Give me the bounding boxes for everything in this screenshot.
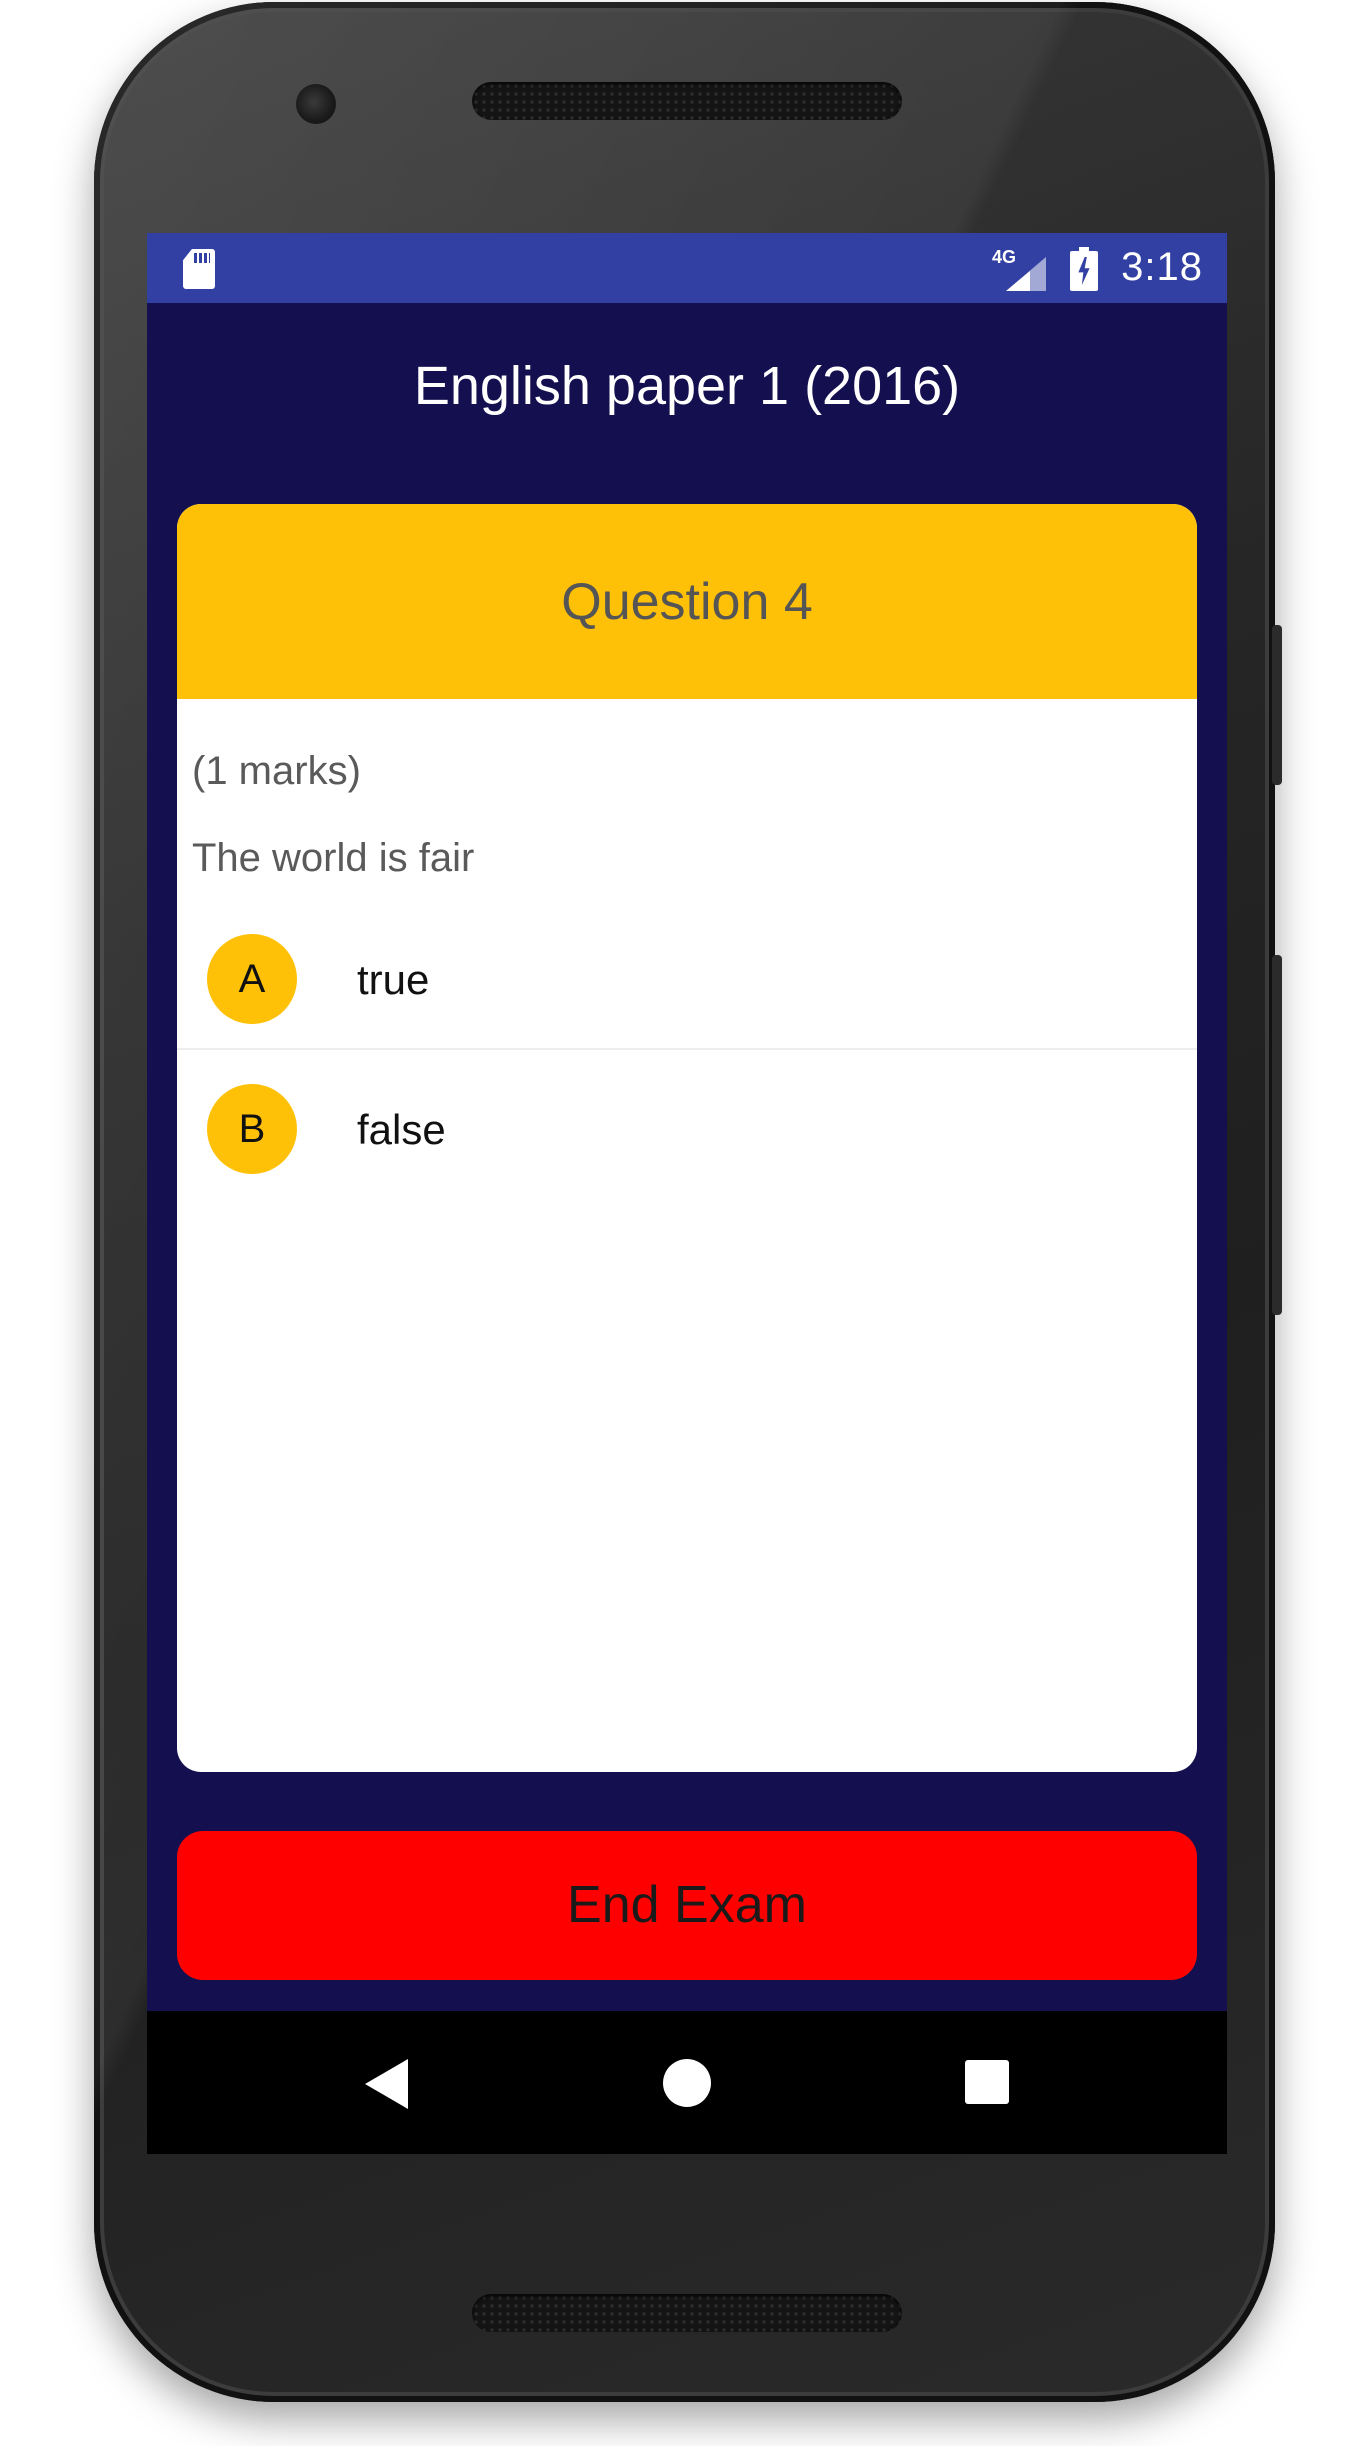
back-icon[interactable] [365,2059,408,2109]
bottom-speaker [472,2294,902,2332]
signal-icon: 4G [992,247,1046,291]
top-speaker [472,82,902,120]
recents-icon[interactable] [965,2060,1009,2104]
power-button [1272,625,1282,785]
option-label: false [357,1106,446,1153]
battery-charging-icon [1070,247,1098,291]
signal-strength-fill [1006,271,1030,291]
question-header: Question 4 [177,504,1197,699]
option-label: true [357,956,430,1003]
page-title: English paper 1 (2016) [413,356,961,416]
question-card: Question 4 (1 marks) The world is fair A… [177,504,1197,1772]
question-number: Question 4 [561,573,813,631]
option-letter-badge: A [207,934,297,1024]
home-icon[interactable] [663,2059,711,2107]
answer-option-a[interactable]: A true [177,904,1197,1050]
option-letter-badge: B [207,1084,297,1174]
volume-button [1272,955,1282,1315]
question-text: The world is fair [192,836,475,880]
question-marks: (1 marks) [192,749,361,793]
screen: 4G 3:18 English paper 1 (2016) Question … [147,233,1227,2154]
answer-option-b[interactable]: B false [177,1054,1197,1200]
navigation-bar [147,2011,1227,2154]
end-exam-button[interactable]: End Exam [177,1831,1197,1980]
front-camera [296,84,336,124]
status-clock: 3:18 [1121,245,1203,289]
sd-card-icon [183,249,215,289]
status-bar: 4G 3:18 [147,233,1227,303]
